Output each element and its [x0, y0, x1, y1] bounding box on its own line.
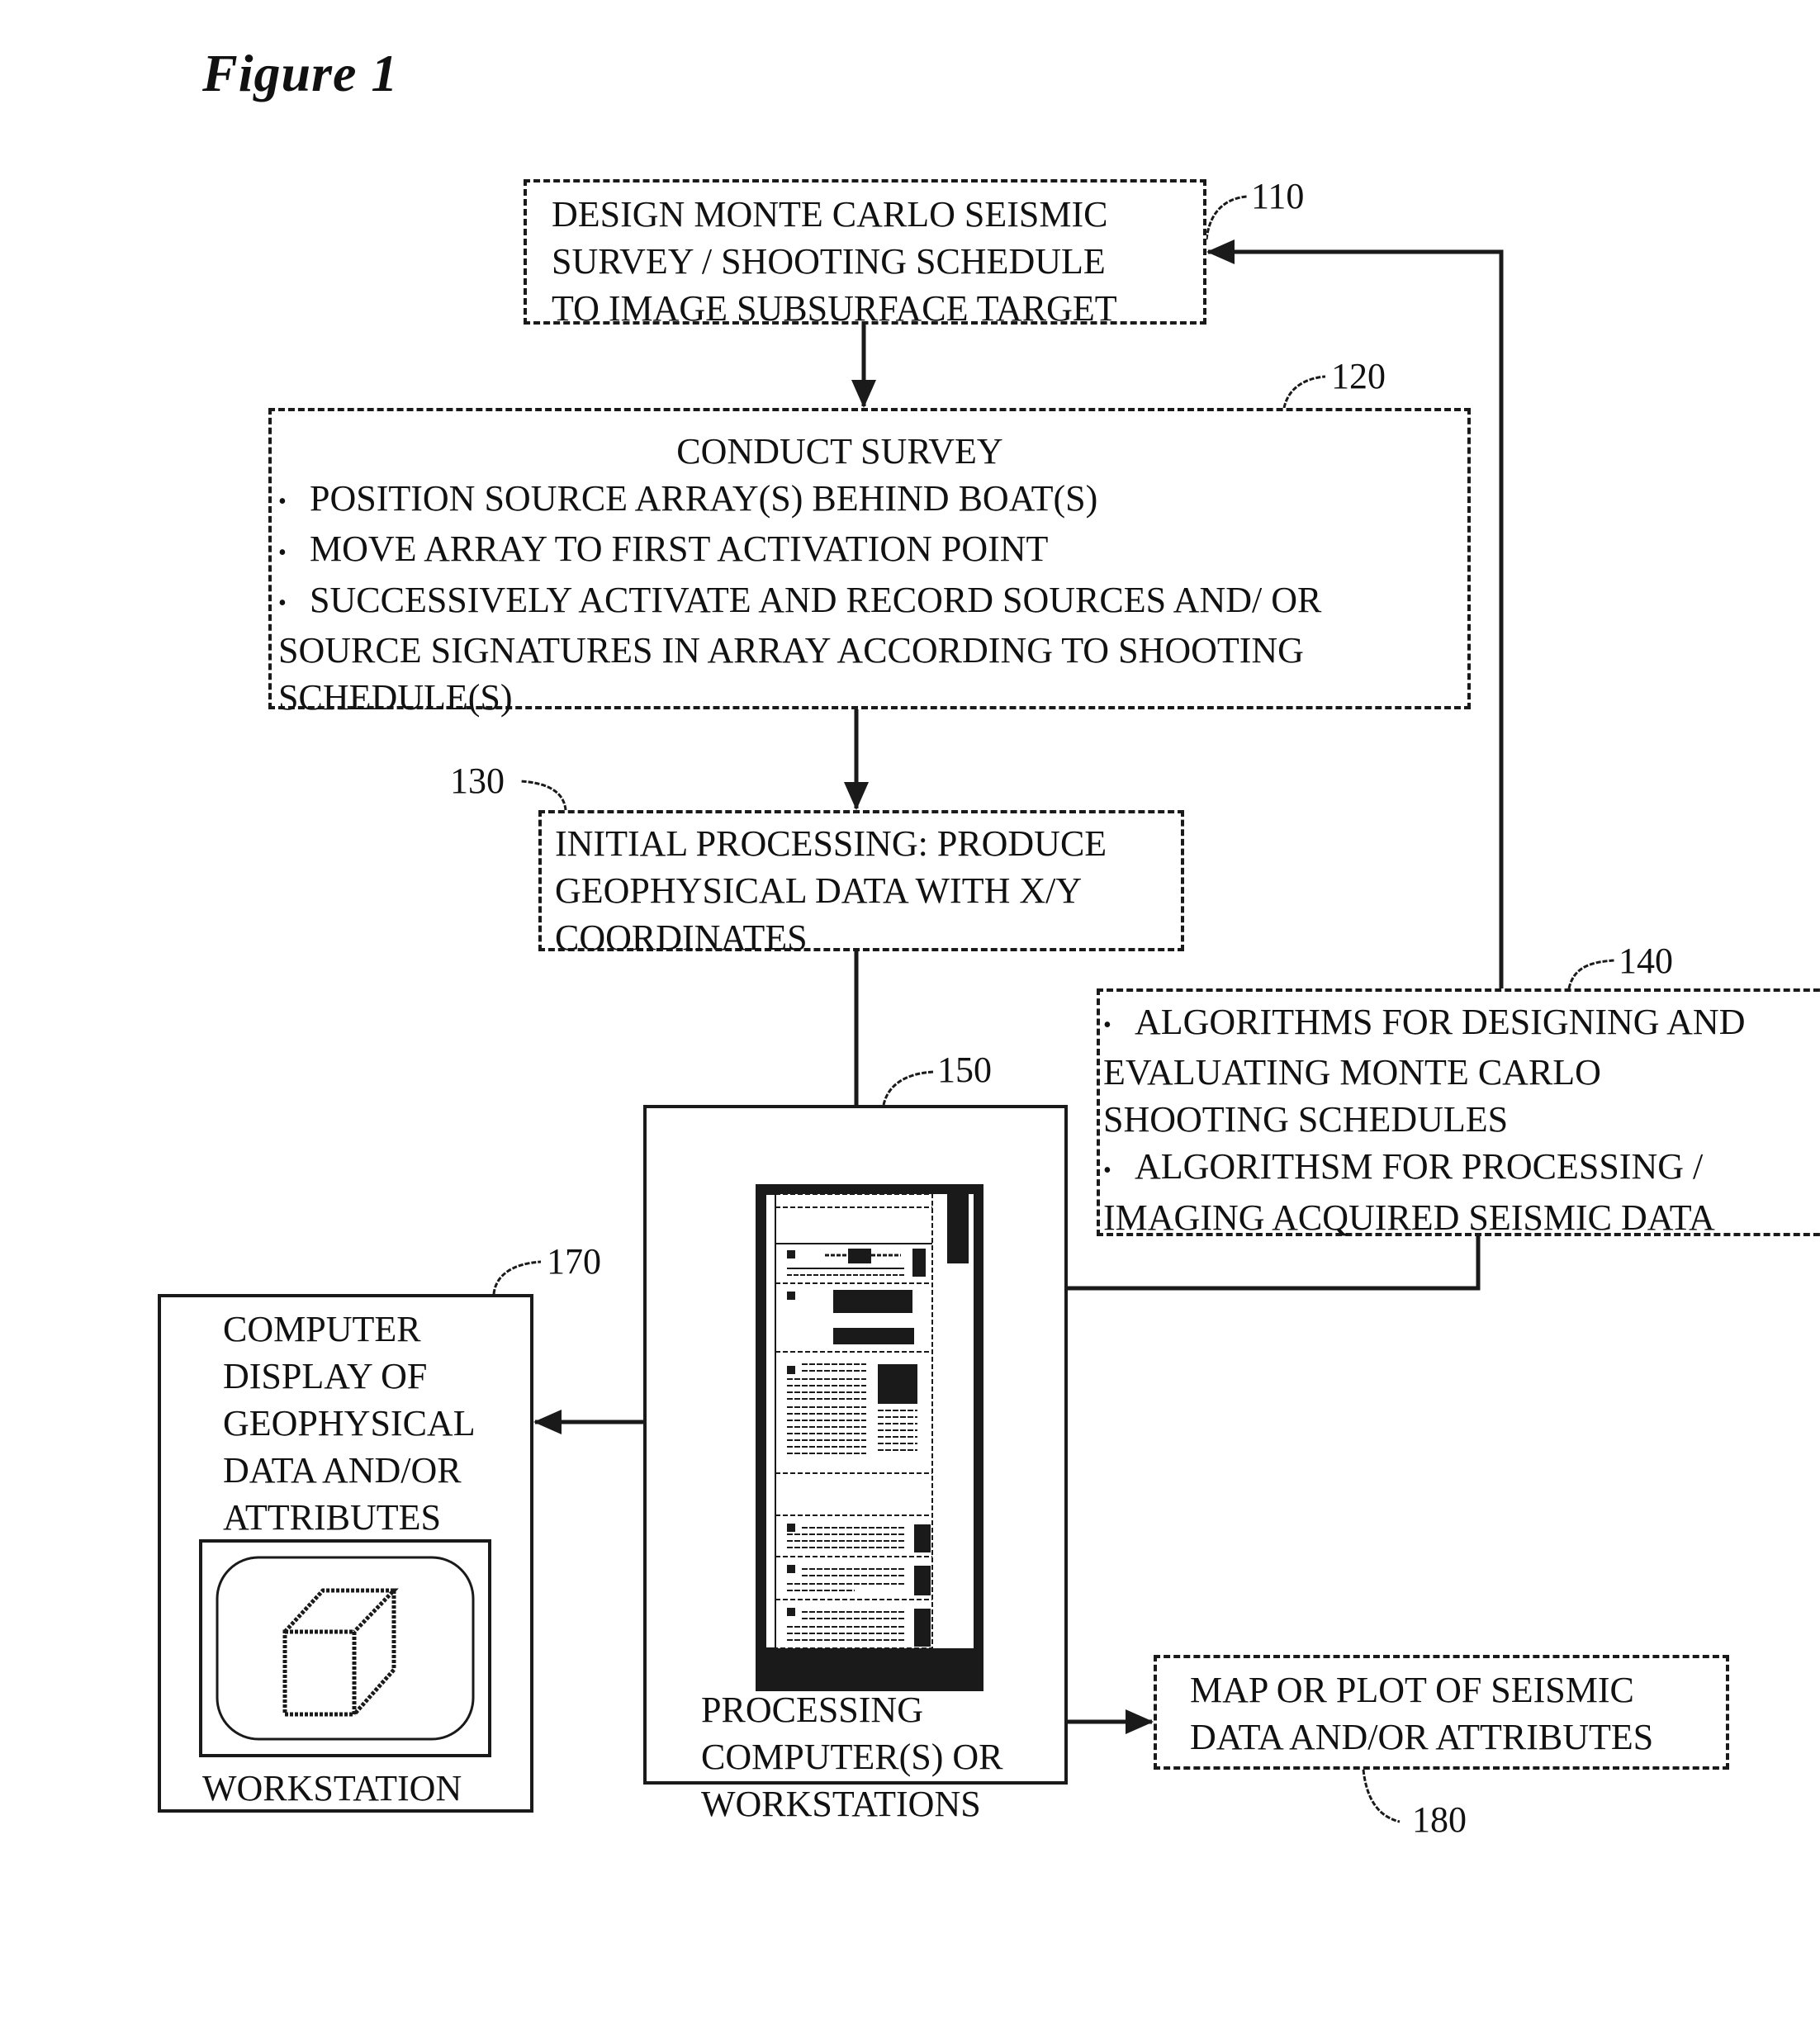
step-140-line: EVALUATING MONTE CARLO: [1103, 1052, 1601, 1093]
ref-180: 180: [1412, 1799, 1467, 1840]
step-180-line: DATA AND/OR ATTRIBUTES: [1190, 1717, 1654, 1757]
step-130-line: INITIAL PROCESSING: PRODUCE: [555, 823, 1107, 864]
step-120-heading: CONDUCT SURVEY: [676, 431, 1003, 472]
step-140-algorithms: ALGORITHMS FOR DESIGNING AND EVALUATING …: [1097, 988, 1820, 1238]
step-110-line: TO IMAGE SUBSURFACE TARGET: [552, 288, 1117, 329]
step-170-line: DISPLAY OF: [223, 1356, 428, 1396]
step-170-line: DATA AND/OR: [223, 1450, 462, 1491]
step-140-bullet: ALGORITHSM FOR PROCESSING /: [1103, 1143, 1820, 1193]
leader-140: [1567, 959, 1615, 989]
step-180-map-or-plot: MAP OR PLOT OF SEISMIC DATA AND/OR ATTRI…: [1154, 1655, 1729, 1770]
step-120-conduct-survey: CONDUCT SURVEY POSITION SOURCE ARRAY(S) …: [268, 408, 1471, 718]
step-140-line: SHOOTING SCHEDULES: [1103, 1099, 1509, 1140]
step-180-line: MAP OR PLOT OF SEISMIC: [1190, 1670, 1634, 1710]
step-150-caption-line: COMPUTER(S) OR: [701, 1737, 1003, 1777]
leader-170: [492, 1260, 542, 1295]
ref-120: 120: [1331, 356, 1386, 396]
step-130-initial-processing: INITIAL PROCESSING: PRODUCE GEOPHYSICAL …: [538, 810, 1184, 958]
leader-150: [882, 1070, 934, 1106]
leader-180: [1362, 1769, 1401, 1823]
step-150-caption-line: PROCESSING: [701, 1690, 923, 1730]
step-120-bullet: SUCCESSIVELY ACTIVATE AND RECORD SOURCES…: [278, 576, 1467, 627]
ref-170: 170: [547, 1241, 601, 1282]
workstation-caption: WORKSTATION: [202, 1768, 462, 1808]
step-120-line: SOURCE SIGNATURES IN ARRAY ACCORDING TO …: [278, 630, 1304, 671]
step-170-workstation-display: COMPUTER DISPLAY OF GEOPHYSICAL DATA AND…: [158, 1294, 533, 1813]
step-130-line: GEOPHYSICAL DATA WITH X/Y: [555, 870, 1083, 911]
monitor-cube-icon: [199, 1539, 491, 1757]
step-170-line: COMPUTER: [223, 1309, 421, 1349]
step-120-bullet: MOVE ARRAY TO FIRST ACTIVATION POINT: [278, 525, 1467, 576]
leader-110: [1205, 195, 1248, 240]
step-140-line: IMAGING ACQUIRED SEISMIC DATA: [1103, 1197, 1715, 1238]
step-170-line: ATTRIBUTES: [223, 1497, 441, 1538]
leader-120: [1282, 375, 1326, 409]
step-110-line: DESIGN MONTE CARLO SEISMIC: [552, 194, 1108, 235]
step-120-line: SCHEDULE(S): [278, 677, 513, 718]
server-rack-icon: [756, 1184, 983, 1691]
step-140-bullet: ALGORITHMS FOR DESIGNING AND: [1103, 998, 1820, 1049]
step-150-caption-line: WORKSTATIONS: [701, 1784, 981, 1824]
step-110-design-survey: DESIGN MONTE CARLO SEISMIC SURVEY / SHOO…: [524, 179, 1206, 329]
ref-150: 150: [937, 1050, 992, 1090]
ref-130: 130: [450, 761, 505, 801]
ref-140: 140: [1619, 941, 1673, 981]
step-120-bullet: POSITION SOURCE ARRAY(S) BEHIND BOAT(S): [278, 475, 1467, 525]
step-130-line: COORDINATES: [555, 917, 808, 958]
step-110-line: SURVEY / SHOOTING SCHEDULE: [552, 241, 1106, 282]
step-170-line: GEOPHYSICAL: [223, 1403, 476, 1443]
leader-130: [519, 780, 567, 811]
ref-110: 110: [1251, 176, 1305, 216]
